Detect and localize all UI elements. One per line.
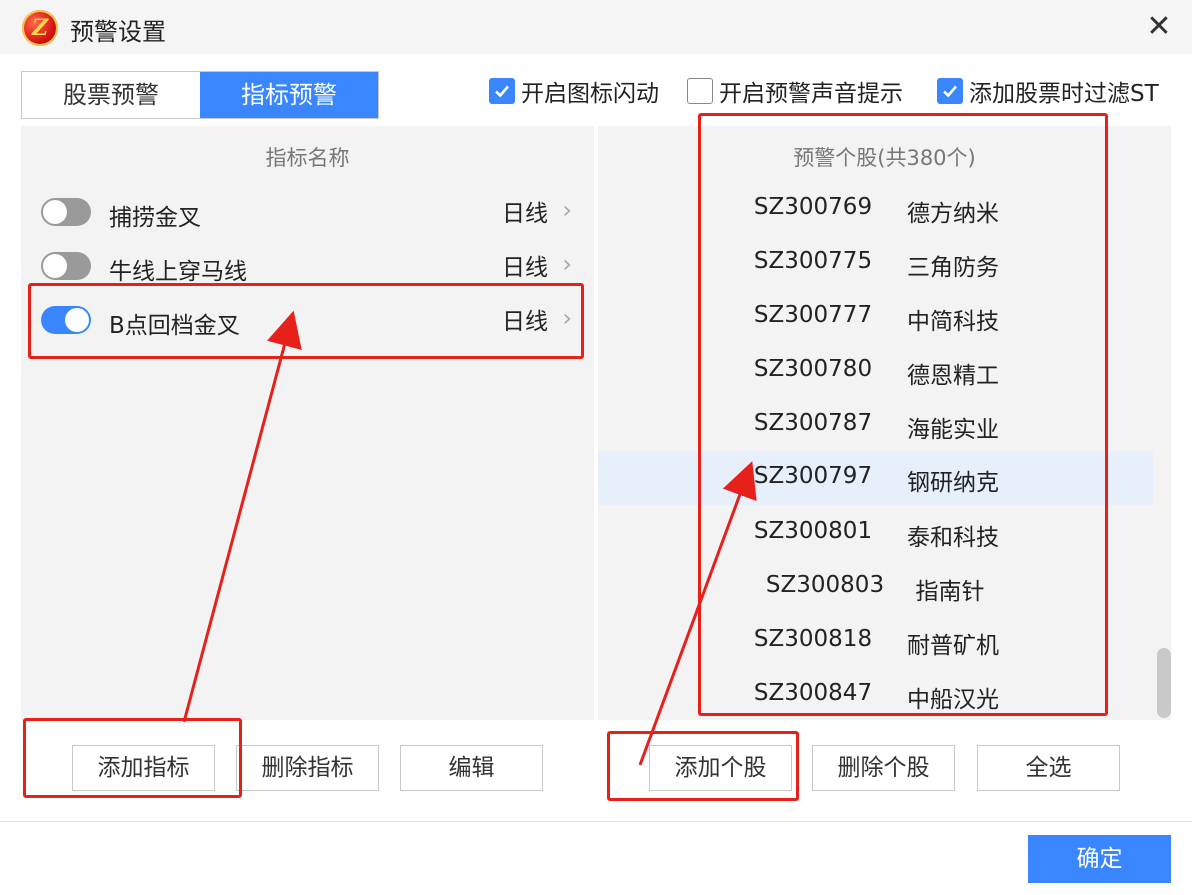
footer-divider [0, 821, 1192, 822]
tab-bar: 股票预警 指标预警 [21, 71, 379, 119]
option-label: 开启图标闪动 [521, 81, 659, 107]
checkbox-unchecked-icon[interactable] [687, 78, 713, 104]
option-label: 添加股票时过滤ST [969, 81, 1159, 107]
option-label: 开启预警声音提示 [719, 81, 903, 107]
tab-indicator-alert[interactable]: 指标预警 [200, 72, 378, 118]
app-logo-icon: Z [22, 10, 58, 46]
indicator-name: 捕捞金叉 [109, 205, 201, 231]
toggle-switch[interactable] [41, 198, 91, 226]
annotation-box-stock-list [698, 113, 1108, 716]
window-title: 预警设置 [70, 18, 166, 46]
delete-indicator-button[interactable]: 删除指标 [236, 745, 379, 791]
indicator-panel: 指标名称 捕捞金叉 日线 › 牛线上穿马线 日线 › B点回档金叉 日线 › [21, 126, 594, 720]
checkbox-checked-icon[interactable] [489, 78, 515, 104]
option-icon-flash[interactable]: 开启图标闪动 [489, 76, 659, 107]
indicator-period: 日线 [502, 255, 548, 281]
annotation-box-indicator [28, 283, 584, 359]
select-all-button[interactable]: 全选 [977, 745, 1120, 791]
checkbox-checked-icon[interactable] [937, 78, 963, 104]
option-sound-alert[interactable]: 开启预警声音提示 [687, 76, 903, 107]
delete-stock-button[interactable]: 删除个股 [812, 745, 955, 791]
annotation-box-add-indicator [23, 718, 242, 798]
toggle-switch[interactable] [41, 252, 91, 280]
option-filter-st[interactable]: 添加股票时过滤ST [937, 76, 1159, 107]
stock-list-scrollbar[interactable] [1154, 126, 1171, 720]
chevron-right-icon: › [562, 196, 572, 224]
indicator-row[interactable]: 捕捞金叉 日线 › [21, 186, 594, 238]
edit-button[interactable]: 编辑 [400, 745, 543, 791]
close-button[interactable]: ✕ [1142, 10, 1176, 44]
annotation-box-add-stock [607, 731, 799, 801]
indicator-name: 牛线上穿马线 [109, 259, 247, 285]
indicator-period: 日线 [502, 201, 548, 227]
scrollbar-thumb[interactable] [1157, 648, 1171, 718]
indicator-panel-header: 指标名称 [265, 146, 350, 170]
title-bar: Z 预警设置 ✕ [0, 0, 1192, 54]
confirm-button[interactable]: 确定 [1028, 835, 1171, 883]
chevron-right-icon: › [562, 250, 572, 278]
tab-stock-alert[interactable]: 股票预警 [22, 72, 200, 118]
